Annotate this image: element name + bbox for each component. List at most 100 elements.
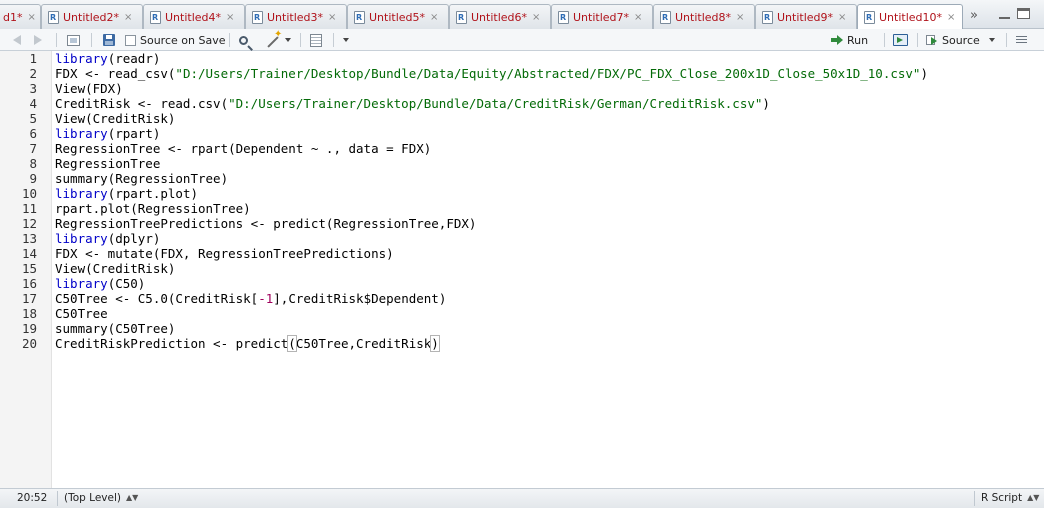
magnifier-icon[interactable] <box>239 32 248 48</box>
code-line[interactable]: RegressionTree <box>55 156 160 171</box>
code-line[interactable]: CreditRisk <- read.csv("D:/Users/Trainer… <box>55 96 770 111</box>
toolbar-separator <box>884 33 885 47</box>
line-number: 15 <box>21 261 37 276</box>
code-line[interactable]: View(FDX) <box>55 81 123 96</box>
r-file-icon <box>558 10 569 24</box>
cursor-position: 20:52 <box>17 492 48 504</box>
r-file-icon <box>252 10 263 24</box>
code-line[interactable]: library(C50) <box>55 276 145 291</box>
tab-untitled10[interactable]: Untitled10* × <box>857 4 963 30</box>
magic-wand-icon[interactable]: ✦ <box>265 29 291 48</box>
tab-label: Untitled8* <box>675 10 732 24</box>
tab-untitled3[interactable]: Untitled3* × <box>245 4 347 29</box>
chevron-down-icon[interactable] <box>285 38 291 42</box>
file-type-selector[interactable]: R Script ▲▼ <box>981 492 1039 504</box>
editor-toolbar: Source on Save ✦ Run Source <box>0 29 1044 51</box>
tab-untitled2[interactable]: Untitled2* × <box>41 4 143 29</box>
source-label: Source <box>942 33 980 47</box>
line-number: 4 <box>29 96 37 111</box>
tab-untitled9[interactable]: Untitled9* × <box>755 4 857 29</box>
show-in-window-icon[interactable] <box>67 32 80 48</box>
run-arrow-icon <box>831 35 843 45</box>
toolbar-separator <box>333 33 334 47</box>
maximize-pane-icon[interactable] <box>1017 8 1030 19</box>
code-editor[interactable]: library(readr) FDX <- read_csv("D:/Users/… <box>52 51 1044 488</box>
code-line[interactable]: CreditRiskPrediction <- predict(C50Tree,… <box>55 335 440 352</box>
forward-arrow-icon[interactable] <box>34 32 42 48</box>
code-line[interactable]: RegressionTreePredictions <- predict(Reg… <box>55 216 476 231</box>
file-type-label: R Script <box>981 492 1023 504</box>
close-icon[interactable]: × <box>226 12 234 23</box>
line-number-gutter: 1 2 3 4 5 6 7 8 9 10 11 12 13 14 15 16 1… <box>0 51 52 488</box>
tab-untitled4[interactable]: Untitled4* × <box>143 4 245 29</box>
source-on-save-checkbox[interactable]: Source on Save <box>125 32 225 48</box>
line-number: 6 <box>29 126 37 141</box>
code-line[interactable]: View(CreditRisk) <box>55 111 175 126</box>
save-icon[interactable] <box>103 32 115 48</box>
tab-label: Untitled7* <box>573 10 630 24</box>
code-line[interactable]: library(dplyr) <box>55 231 160 246</box>
close-icon[interactable]: × <box>532 12 540 23</box>
code-line[interactable]: C50Tree <box>55 306 108 321</box>
code-line[interactable]: RegressionTree <- rpart(Dependent ~ ., d… <box>55 141 431 156</box>
close-icon[interactable]: × <box>947 12 955 23</box>
scope-label: (Top Level) <box>64 492 121 504</box>
code-line[interactable]: View(CreditRisk) <box>55 261 175 276</box>
tab-label: Untitled10* <box>879 11 943 24</box>
compile-report-icon[interactable] <box>310 32 322 48</box>
outline-menu-icon[interactable] <box>1016 32 1027 48</box>
line-number: 5 <box>29 111 37 126</box>
editor-tab-bar: d1* × Untitled2* × Untitled4* × Untitled… <box>0 0 1044 30</box>
line-number: 17 <box>21 291 37 306</box>
close-icon[interactable]: × <box>328 12 336 23</box>
code-line[interactable]: library(rpart.plot) <box>55 186 198 201</box>
up-down-arrows-icon: ▲▼ <box>1027 493 1040 502</box>
status-separator <box>974 491 975 506</box>
line-number: 9 <box>29 171 37 186</box>
tab-label: Untitled2* <box>63 10 120 24</box>
line-number: 3 <box>29 81 37 96</box>
tab-label: Untitled6* <box>471 10 528 24</box>
code-line[interactable]: summary(C50Tree) <box>55 321 175 336</box>
tab-label: Untitled5* <box>369 10 426 24</box>
close-icon[interactable]: × <box>736 12 744 23</box>
close-icon[interactable]: × <box>27 12 35 23</box>
checkbox-box[interactable] <box>125 34 136 46</box>
code-line[interactable]: FDX <- read_csv("D:/Users/Trainer/Deskto… <box>55 66 928 81</box>
tab-label: Untitled9* <box>777 10 834 24</box>
r-file-icon <box>354 10 365 24</box>
rerun-icon[interactable] <box>893 32 908 48</box>
code-line[interactable]: library(rpart) <box>55 126 160 141</box>
tab-d1[interactable]: d1* × <box>0 4 41 29</box>
close-icon[interactable]: × <box>430 12 438 23</box>
code-line[interactable]: summary(RegressionTree) <box>55 171 228 186</box>
more-tabs-chevron-icon[interactable]: » <box>970 8 978 23</box>
code-line[interactable]: C50Tree <- C5.0(CreditRisk[-1],CreditRis… <box>55 291 446 306</box>
tab-untitled5[interactable]: Untitled5* × <box>347 4 449 29</box>
code-line[interactable]: library(readr) <box>55 51 160 66</box>
more-options-chevron-down-icon[interactable] <box>343 32 349 48</box>
chevron-down-icon[interactable] <box>988 38 995 42</box>
code-line[interactable]: rpart.plot(RegressionTree) <box>55 201 251 216</box>
line-number: 18 <box>21 306 37 321</box>
toolbar-separator <box>300 33 301 47</box>
tab-untitled7[interactable]: Untitled7* × <box>551 4 653 29</box>
minimize-pane-icon[interactable] <box>998 8 1012 20</box>
tab-untitled6[interactable]: Untitled6* × <box>449 4 551 29</box>
toolbar-separator <box>229 33 230 47</box>
source-on-save-label: Source on Save <box>140 33 226 47</box>
r-file-icon <box>762 10 773 24</box>
line-number: 14 <box>21 246 37 261</box>
back-arrow-icon[interactable] <box>13 32 21 48</box>
status-bar: 20:52 (Top Level) ▲▼ R Script ▲▼ <box>0 488 1044 508</box>
tab-untitled8[interactable]: Untitled8* × <box>653 4 755 29</box>
scope-selector[interactable]: (Top Level) ▲▼ <box>64 492 138 504</box>
tab-label: Untitled4* <box>165 10 222 24</box>
close-icon[interactable]: × <box>838 12 846 23</box>
run-button[interactable]: Run <box>831 32 868 48</box>
close-icon[interactable]: × <box>124 12 132 23</box>
source-button[interactable]: Source <box>926 32 995 48</box>
line-number: 19 <box>21 321 37 336</box>
code-line[interactable]: FDX <- mutate(FDX, RegressionTreePredict… <box>55 246 394 261</box>
close-icon[interactable]: × <box>634 12 642 23</box>
